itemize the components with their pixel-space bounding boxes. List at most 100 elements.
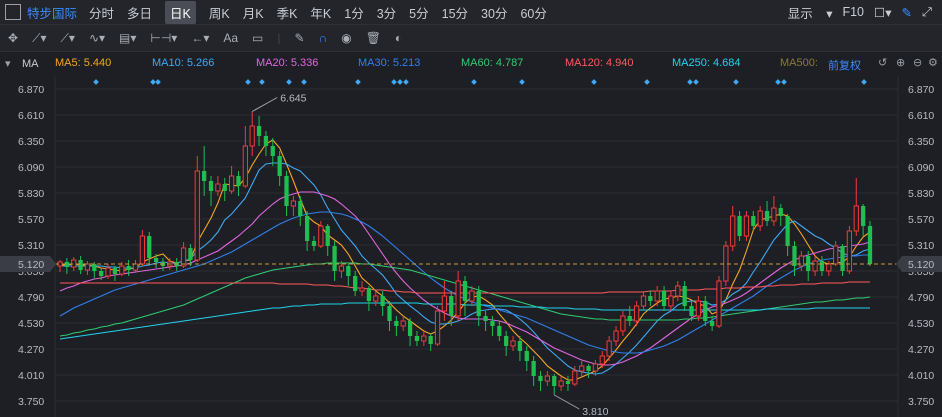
y-tick-label-right: 4.010	[908, 370, 934, 382]
y-tick-label-left: 4.010	[18, 370, 44, 382]
y-tick-label-right: 4.270	[908, 344, 934, 356]
zoom-in-icon[interactable]: ⊕	[896, 56, 905, 69]
period-tab[interactable]: 60分	[520, 3, 546, 22]
event-marker	[93, 79, 99, 85]
candle-body	[689, 306, 694, 316]
collapse-icon[interactable]: ▾	[5, 57, 11, 70]
period-tabs: 分时 多日 日K 周K 月K 季K 年K 1分 3分 5分 15分 30分 60分	[89, 0, 560, 24]
magnet-icon[interactable]: ∩	[319, 31, 328, 45]
y-tick-label-right: 5.830	[908, 188, 934, 200]
comment-icon[interactable]: ▭	[252, 31, 263, 45]
candle-body	[449, 296, 454, 316]
candle-body	[387, 306, 392, 321]
settings-icon[interactable]: ⚙	[928, 56, 938, 69]
current-price-tag-right-arrow	[896, 256, 902, 272]
period-tab[interactable]: 分时	[89, 3, 114, 22]
period-tab[interactable]: 1分	[344, 3, 363, 22]
period-tab[interactable]: 年K	[310, 3, 331, 22]
candle-body	[380, 296, 385, 306]
candle-body	[538, 376, 543, 381]
ma-label[interactable]: MA	[22, 58, 39, 70]
panel-toggle-icon[interactable]	[5, 4, 21, 20]
arrow-tool-icon[interactable]: ←▾	[191, 31, 209, 45]
candle-body	[242, 145, 248, 187]
candle-body	[703, 301, 708, 321]
line-tool-icon[interactable]: ⟋▾	[32, 31, 46, 46]
candle-body	[757, 210, 763, 227]
candle-body	[483, 316, 488, 321]
candle-body	[572, 370, 578, 385]
candle-body	[737, 216, 742, 236]
candle-body	[298, 201, 303, 216]
y-tick-label-right: 5.570	[908, 214, 934, 226]
candle-body	[256, 126, 262, 136]
candle-body	[490, 321, 495, 326]
topbar-right: 显示 ▾ F10 ☐▾ ✎ ⤢	[788, 0, 942, 24]
fib-tool-icon[interactable]: ▤▾	[119, 31, 136, 45]
candle-body	[861, 206, 866, 226]
channel-tool-icon[interactable]: ⟋▾	[61, 31, 75, 46]
candle-body	[188, 248, 193, 260]
period-tab[interactable]: 周K	[209, 3, 230, 22]
event-marker	[861, 79, 867, 85]
candle-body	[105, 267, 111, 277]
candle-body	[751, 216, 756, 226]
candle-body	[661, 291, 667, 306]
ma-legend: ▾ MA MA5: 5.440 MA10: 5.266 MA20: 5.336 MA3…	[0, 52, 942, 76]
period-tab[interactable]: 日K	[165, 0, 196, 24]
crosshair-icon[interactable]: ✥	[8, 31, 18, 45]
display-dropdown[interactable]: 显示 ▾	[788, 3, 833, 22]
candle-body	[359, 287, 365, 292]
candle-body	[558, 380, 564, 387]
event-marker	[693, 79, 699, 85]
candle-body	[208, 181, 214, 191]
candle-body	[633, 305, 640, 322]
period-tab[interactable]: 5分	[409, 3, 428, 22]
candle-body	[92, 264, 97, 271]
text-tool[interactable]: Aa	[223, 31, 238, 45]
fullscreen-icon[interactable]: ⤢	[922, 5, 932, 20]
period-tab[interactable]: 3分	[377, 3, 396, 22]
candle-body	[421, 335, 427, 342]
y-tick-label-left: 6.090	[18, 162, 44, 174]
period-tab[interactable]: 月K	[243, 3, 264, 22]
stock-name[interactable]: 特步国际	[27, 3, 77, 22]
f10-button[interactable]: F10	[842, 5, 864, 19]
y-tick-label-left: 5.570	[18, 214, 44, 226]
eraser-icon[interactable]: ✎	[295, 31, 305, 45]
kline-chart[interactable]: 6.870 6.870 6.610 6.610 6.350 6.350 6.090 6.090…	[0, 76, 942, 417]
y-tick-label-right: 4.790	[908, 292, 934, 304]
period-tab[interactable]: 15分	[442, 3, 468, 22]
eye-icon[interactable]: ◉	[341, 31, 351, 45]
y-tick-label-right: 6.870	[908, 84, 934, 96]
candle-body	[400, 320, 406, 327]
checkbox-dropdown[interactable]: ☐▾	[874, 5, 891, 20]
y-tick-label-left: 6.610	[18, 110, 44, 122]
refresh-icon[interactable]: ↺	[878, 56, 887, 69]
ma-legend-item: MA20: 5.336	[256, 57, 319, 69]
y-tick-label-right: 6.610	[908, 110, 934, 122]
pen-icon[interactable]: ✎	[902, 5, 912, 20]
period-tab[interactable]: 30分	[481, 3, 507, 22]
candle-body	[695, 300, 702, 317]
candle-body	[366, 288, 372, 301]
adjust-dropdown[interactable]: 前复权	[828, 57, 861, 73]
toggle-icon[interactable]: ◐	[395, 31, 402, 45]
candle-body	[586, 366, 591, 371]
display-label: 显示	[787, 6, 813, 21]
trash-icon[interactable]: 🗑	[366, 31, 381, 45]
candle-body	[743, 215, 750, 237]
candle-body	[270, 146, 275, 156]
candle-body	[284, 176, 289, 206]
candle-body	[428, 336, 433, 344]
event-marker	[245, 79, 251, 85]
candle-body	[826, 263, 832, 272]
candle-body	[228, 175, 235, 192]
period-tab[interactable]: 多日	[127, 3, 152, 22]
wave-tool-icon[interactable]: ∿▾	[89, 31, 105, 45]
zoom-out-icon[interactable]: ⊖	[913, 56, 922, 69]
low-annotation: 3.810	[582, 406, 608, 417]
period-tab[interactable]: 季K	[277, 3, 298, 22]
range-tool-icon[interactable]: ⊢⊣▾	[150, 31, 177, 45]
y-tick-label-left: 6.350	[18, 136, 44, 148]
